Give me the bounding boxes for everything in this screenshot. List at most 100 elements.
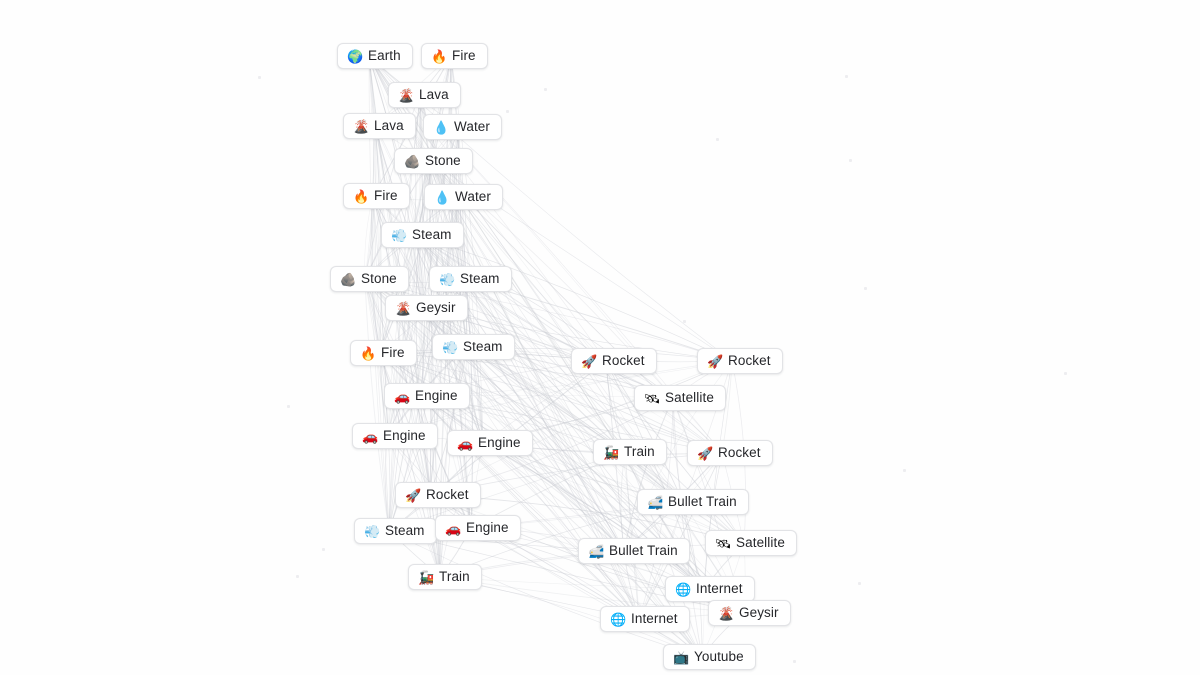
television-icon: 📺 (673, 649, 690, 665)
graph-node-internet[interactable]: 🌐 Internet (665, 576, 755, 602)
graph-node-water[interactable]: 💧 Water (424, 184, 504, 210)
graph-node-satellite[interactable]: 🛰 Satellite (634, 385, 726, 411)
engine-car-icon: 🚗 (394, 388, 411, 404)
graph-node-label: Bullet Train (668, 494, 737, 510)
rocket-icon: 🚀 (697, 445, 714, 461)
rocket-icon: 🚀 (405, 487, 422, 503)
satellite-icon: 🛰 (715, 535, 732, 551)
fire-icon: 🔥 (431, 48, 448, 64)
graph-node-rocket[interactable]: 🚀 Rocket (697, 348, 783, 374)
node-layer[interactable]: 🌍 Earth 🔥 Fire 🌋 Lava 🌋 Lava 💧 Water 🪨 Stone 🔥 Fire 💧 W… (0, 0, 1200, 675)
engine-car-icon: 🚗 (457, 435, 474, 451)
rock-icon: 🪨 (404, 153, 421, 169)
graph-node-stone[interactable]: 🪨 Stone (330, 266, 409, 292)
volcano-icon: 🌋 (718, 605, 735, 621)
graph-node-label: Engine (466, 520, 509, 536)
engine-car-icon: 🚗 (445, 520, 462, 536)
graph-node-engine[interactable]: 🚗 Engine (352, 423, 438, 449)
graph-node-label: Lava (374, 118, 404, 134)
graph-node-label: Internet (696, 581, 743, 597)
graph-node-bullet-train[interactable]: 🚅 Bullet Train (637, 489, 749, 515)
graph-node-fire[interactable]: 🔥 Fire (350, 340, 417, 366)
graph-node-lava[interactable]: 🌋 Lava (343, 113, 416, 139)
graph-node-geysir[interactable]: 🌋 Geysir (385, 295, 468, 321)
volcano-icon: 🌋 (353, 118, 370, 134)
graph-node-label: Stone (425, 153, 461, 169)
graph-node-rocket[interactable]: 🚀 Rocket (571, 348, 657, 374)
graph-node-steam[interactable]: 💨 Steam (432, 334, 515, 360)
graph-node-label: Satellite (736, 535, 785, 551)
fire-icon: 🔥 (360, 345, 377, 361)
graph-node-rocket[interactable]: 🚀 Rocket (687, 440, 773, 466)
volcano-icon: 🌋 (395, 300, 412, 316)
graph-node-label: Stone (361, 271, 397, 287)
graph-node-bullet-train[interactable]: 🚅 Bullet Train (578, 538, 690, 564)
graph-node-satellite[interactable]: 🛰 Satellite (705, 530, 797, 556)
graph-node-label: Geysir (739, 605, 779, 621)
graph-node-label: Engine (415, 388, 458, 404)
graph-node-label: Internet (631, 611, 678, 627)
graph-node-label: Earth (368, 48, 401, 64)
graph-node-steam[interactable]: 💨 Steam (381, 222, 464, 248)
graph-node-rocket[interactable]: 🚀 Rocket (395, 482, 481, 508)
graph-node-engine[interactable]: 🚗 Engine (435, 515, 521, 541)
rock-icon: 🪨 (340, 271, 357, 287)
rocket-icon: 🚀 (581, 353, 598, 369)
graph-node-label: Fire (381, 345, 405, 361)
graph-node-internet[interactable]: 🌐 Internet (600, 606, 690, 632)
graph-node-label: Rocket (718, 445, 761, 461)
graph-node-engine[interactable]: 🚗 Engine (384, 383, 470, 409)
graph-node-label: Geysir (416, 300, 456, 316)
graph-node-label: Engine (478, 435, 521, 451)
graph-node-fire[interactable]: 🔥 Fire (421, 43, 488, 69)
satellite-icon: 🛰 (644, 390, 661, 406)
graph-node-label: Bullet Train (609, 543, 678, 559)
graph-node-lava[interactable]: 🌋 Lava (388, 82, 461, 108)
graph-node-label: Rocket (602, 353, 645, 369)
graph-node-stone[interactable]: 🪨 Stone (394, 148, 473, 174)
graph-node-label: Train (624, 444, 655, 460)
fire-icon: 🔥 (353, 188, 370, 204)
graph-node-label: Train (439, 569, 470, 585)
graph-node-geysir[interactable]: 🌋 Geysir (708, 600, 791, 626)
locomotive-icon: 🚂 (418, 569, 435, 585)
steam-icon: 💨 (364, 523, 381, 539)
graph-node-train[interactable]: 🚂 Train (593, 439, 667, 465)
steam-icon: 💨 (391, 227, 408, 243)
graph-node-label: Lava (419, 87, 449, 103)
steam-icon: 💨 (439, 271, 456, 287)
steam-icon: 💨 (442, 339, 459, 355)
graph-node-label: Steam (385, 523, 425, 539)
volcano-icon: 🌋 (398, 87, 415, 103)
graph-node-label: Steam (460, 271, 500, 287)
bullet-train-icon: 🚅 (647, 494, 664, 510)
bullet-train-icon: 🚅 (588, 543, 605, 559)
graph-node-label: Youtube (694, 649, 744, 665)
water-drop-icon: 💧 (433, 119, 450, 135)
graph-node-earth[interactable]: 🌍 Earth (337, 43, 413, 69)
graph-node-label: Rocket (728, 353, 771, 369)
graph-node-fire[interactable]: 🔥 Fire (343, 183, 410, 209)
graph-node-label: Fire (374, 188, 398, 204)
graph-node-label: Steam (412, 227, 452, 243)
graph-node-label: Engine (383, 428, 426, 444)
graph-node-label: Rocket (426, 487, 469, 503)
locomotive-icon: 🚂 (603, 444, 620, 460)
earth-globe-icon: 🌍 (347, 48, 364, 64)
rocket-icon: 🚀 (707, 353, 724, 369)
graph-node-steam[interactable]: 💨 Steam (354, 518, 437, 544)
water-drop-icon: 💧 (434, 189, 451, 205)
graph-node-train[interactable]: 🚂 Train (408, 564, 482, 590)
graph-node-label: Water (455, 189, 492, 205)
graph-node-water[interactable]: 💧 Water (423, 114, 503, 140)
graph-node-label: Water (454, 119, 491, 135)
graph-canvas[interactable]: 🌍 Earth 🔥 Fire 🌋 Lava 🌋 Lava 💧 Water 🪨 Stone 🔥 Fire 💧 W… (0, 0, 1200, 675)
globe-meridians-icon: 🌐 (675, 581, 692, 597)
graph-node-label: Steam (463, 339, 503, 355)
graph-node-youtube[interactable]: 📺 Youtube (663, 644, 756, 670)
engine-car-icon: 🚗 (362, 428, 379, 444)
graph-node-steam[interactable]: 💨 Steam (429, 266, 512, 292)
globe-meridians-icon: 🌐 (610, 611, 627, 627)
graph-node-engine[interactable]: 🚗 Engine (447, 430, 533, 456)
graph-node-label: Fire (452, 48, 476, 64)
